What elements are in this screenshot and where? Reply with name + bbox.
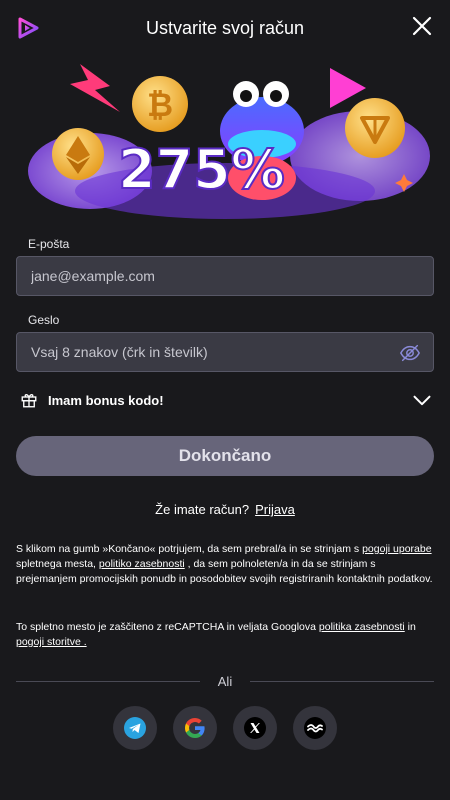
login-question: Že imate račun? xyxy=(155,502,250,517)
submit-button[interactable]: Dokončano xyxy=(16,436,434,476)
email-field[interactable] xyxy=(17,257,433,295)
eye-off-icon[interactable] xyxy=(399,342,421,364)
telegram-login-button[interactable] xyxy=(113,706,157,750)
page-title: Ustvarite svoj račun xyxy=(145,18,305,38)
promo-percent-text: 275% xyxy=(118,138,285,201)
promo-banner-illustration: ₿ 275% xyxy=(28,64,430,219)
google-icon xyxy=(185,718,205,738)
privacy-policy-link[interactable]: politiko zasebnosti xyxy=(99,558,185,570)
divider-line xyxy=(250,681,434,682)
password-field[interactable] xyxy=(17,333,433,371)
recaptcha-text-part: in xyxy=(404,621,416,633)
svg-text:₿: ₿ xyxy=(147,86,173,124)
wallet-login-button[interactable] xyxy=(293,706,337,750)
chevron-down-icon xyxy=(413,395,431,406)
login-link[interactable]: Prijava xyxy=(255,502,295,517)
terms-text-part: spletnega mesta, xyxy=(16,558,99,570)
password-label: Geslo xyxy=(28,313,60,327)
close-icon[interactable] xyxy=(410,14,434,38)
bonus-code-label: Imam bonus kodo! xyxy=(48,393,164,408)
password-field-box xyxy=(16,332,434,372)
bonus-code-toggle[interactable]: Imam bonus kodo! xyxy=(16,386,434,416)
recaptcha-text-part: To spletno mesto je zaščiteno z reCAPTCH… xyxy=(16,621,319,633)
email-label: E-pošta xyxy=(28,237,70,251)
terms-text-part: S klikom na gumb »Končano« potrjujem, da… xyxy=(16,543,363,555)
terms-of-use-link[interactable]: pogoji uporabe xyxy=(362,543,431,555)
login-prompt: Že imate račun? Prijava xyxy=(0,502,450,517)
x-login-button[interactable] xyxy=(233,706,277,750)
telegram-icon xyxy=(124,717,146,739)
google-privacy-link[interactable]: politika zasebnosti xyxy=(319,621,405,633)
gift-icon xyxy=(21,394,37,408)
google-login-button[interactable] xyxy=(173,706,217,750)
promo-banner: ₿ 275% xyxy=(0,56,450,220)
x-icon xyxy=(244,717,266,739)
header: Ustvarite svoj račun xyxy=(0,0,450,56)
recaptcha-text: To spletno mesto je zaščiteno z reCAPTCH… xyxy=(16,620,434,650)
email-field-box xyxy=(16,256,434,296)
or-divider: Ali xyxy=(16,674,434,689)
wallet-icon xyxy=(304,717,326,739)
social-login-buttons xyxy=(0,706,450,750)
google-terms-link[interactable]: pogoji storitve . xyxy=(16,636,87,648)
terms-text: S klikom na gumb »Končano« potrjujem, da… xyxy=(16,542,434,587)
